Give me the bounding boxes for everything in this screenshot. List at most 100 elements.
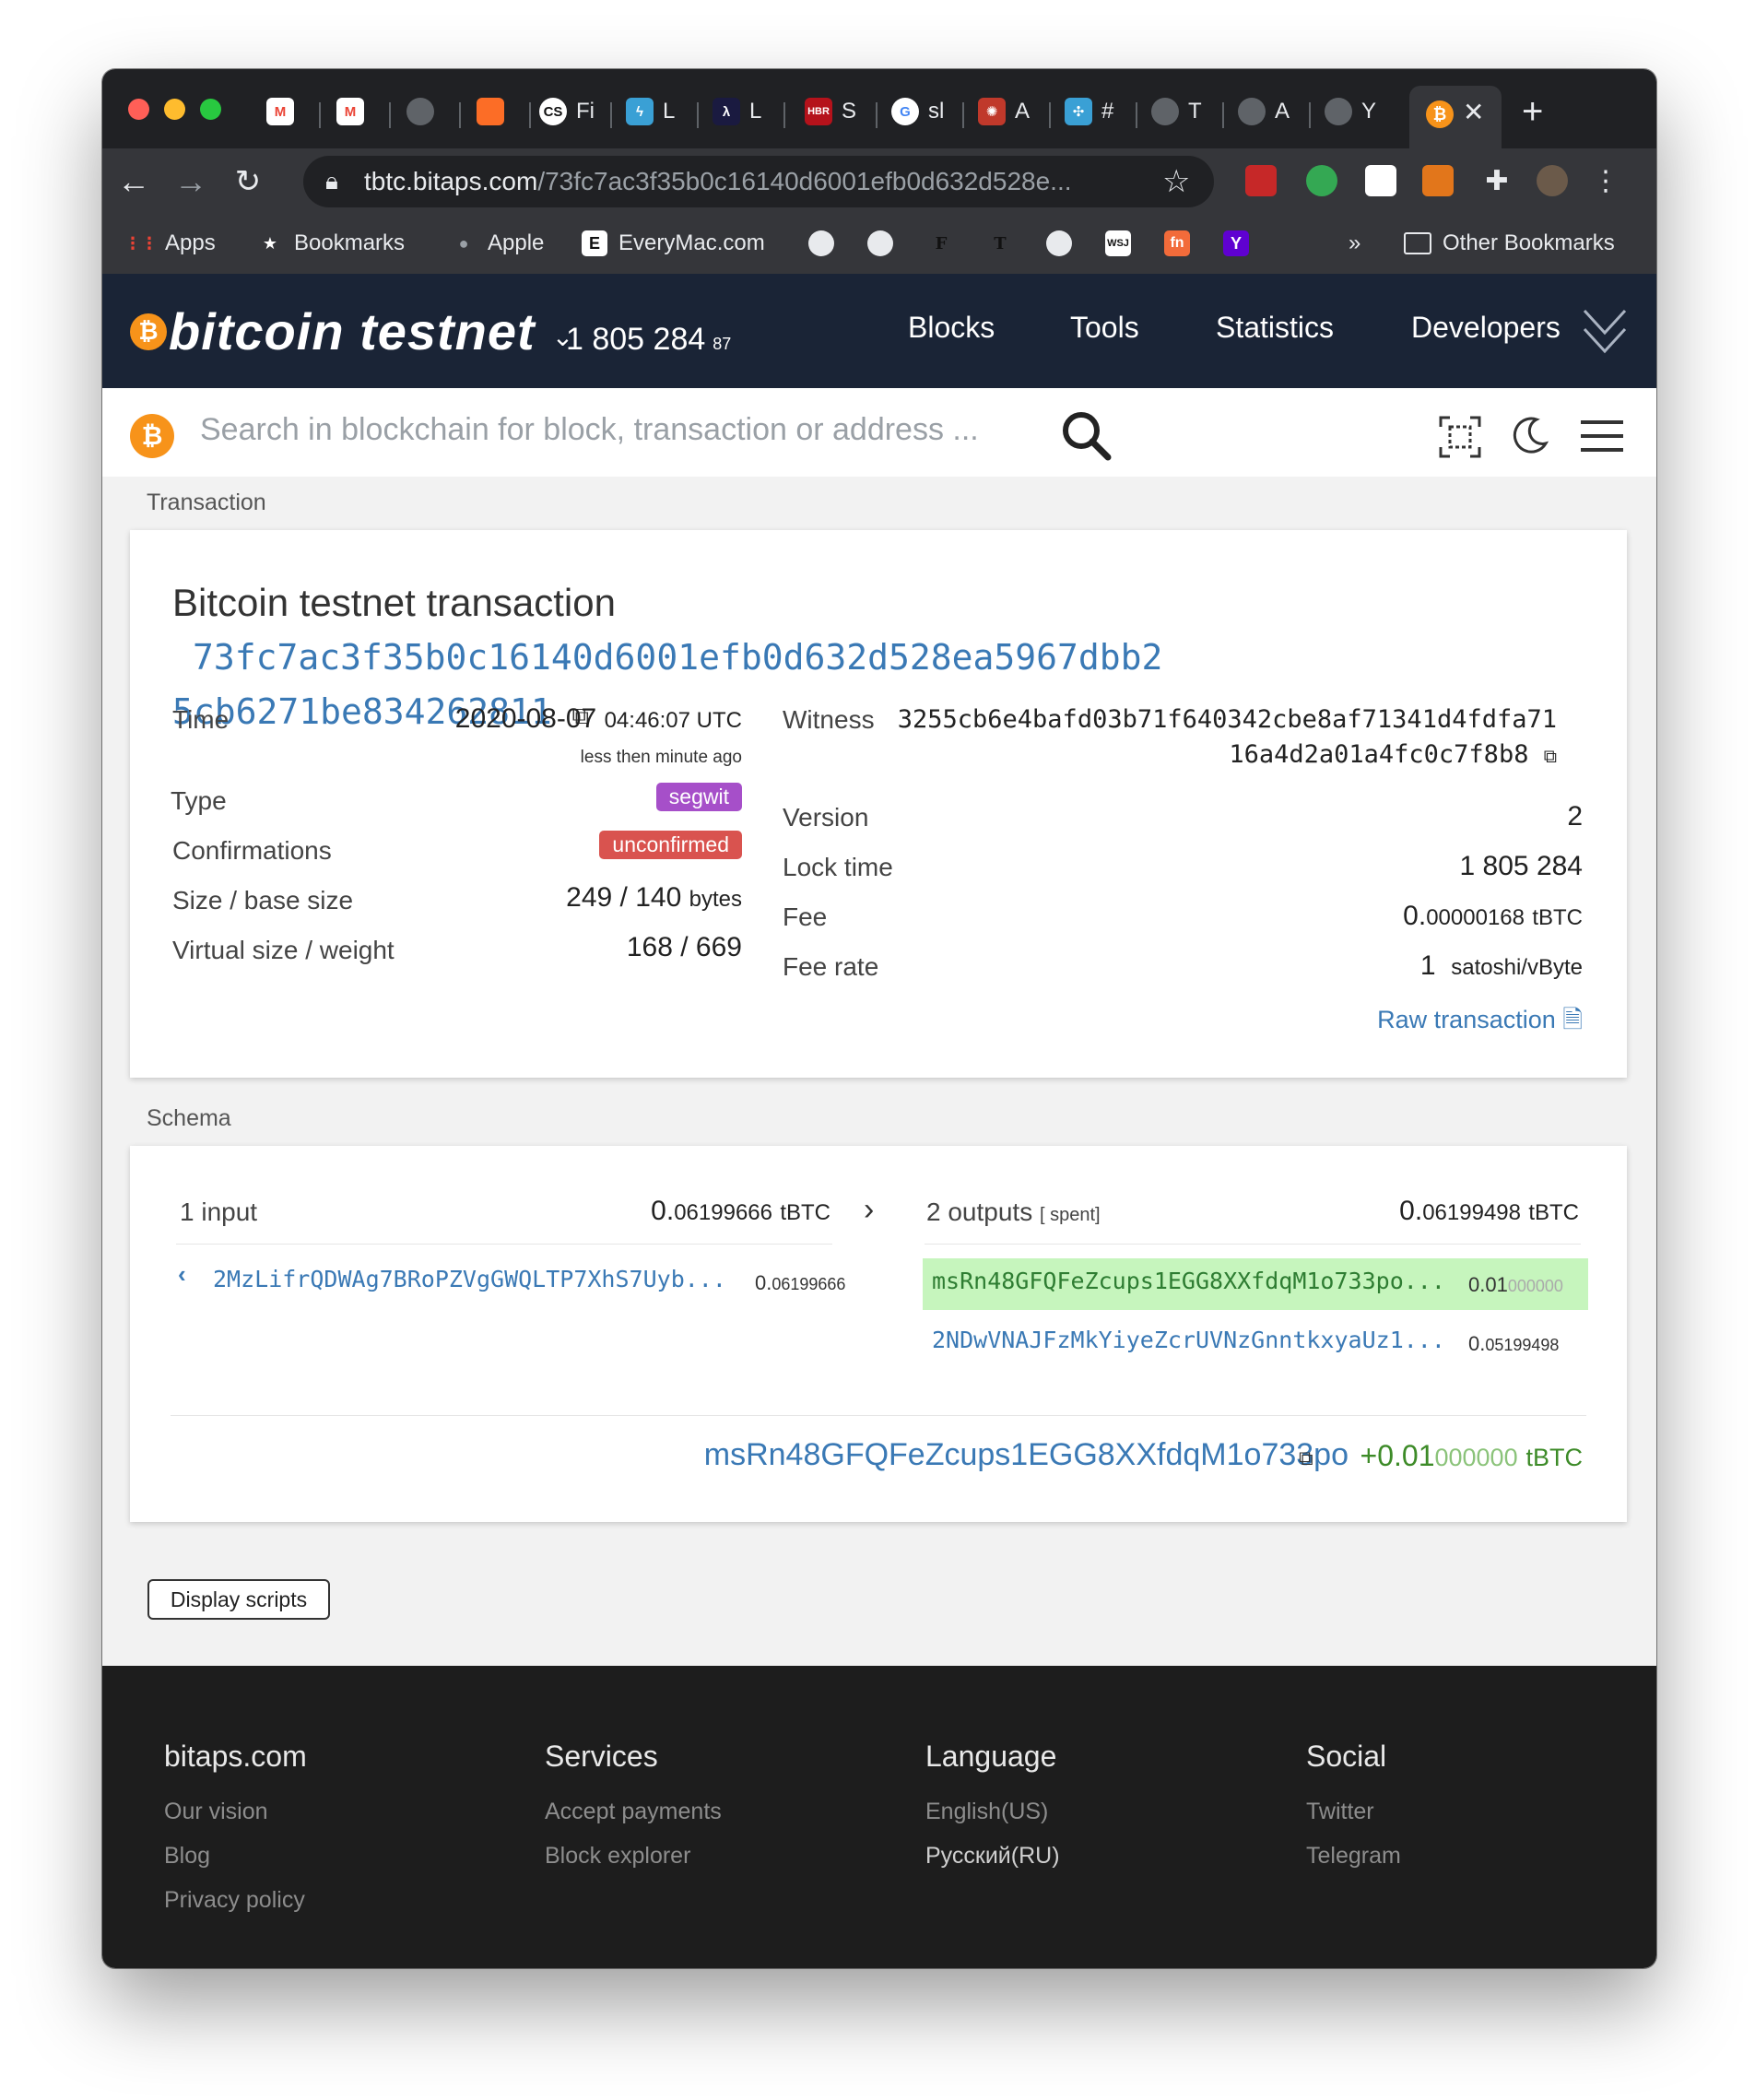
- footer-link-accept-payments[interactable]: Accept payments: [545, 1799, 722, 1825]
- footer-link-russian[interactable]: Русский(RU): [925, 1843, 1060, 1870]
- tab-cs[interactable]: CS Fi: [539, 93, 595, 130]
- tab-lambda[interactable]: λL: [713, 93, 761, 130]
- metamask-icon[interactable]: [1422, 165, 1454, 196]
- tab-label: T: [1188, 99, 1202, 124]
- apps-grid-icon: ⋮⋮: [124, 233, 158, 253]
- footer-link-blog[interactable]: Blog: [164, 1843, 210, 1870]
- tab-globe-4[interactable]: Y: [1325, 93, 1376, 130]
- input-back-chevron-icon[interactable]: ‹: [178, 1260, 186, 1289]
- footer-link-privacy-policy[interactable]: Privacy policy: [164, 1887, 305, 1914]
- apple-icon: ●: [458, 233, 469, 253]
- nav-developers[interactable]: Developers: [1411, 311, 1561, 345]
- bookmark-bookmarks[interactable]: ★ Bookmarks: [257, 228, 405, 259]
- output-address-1[interactable]: msRn48GFQFeZcups1EGG8XXfdqM1o733po...: [932, 1268, 1445, 1294]
- raw-transaction-link[interactable]: Raw transaction 🗎︎: [1377, 1002, 1583, 1044]
- close-tab-icon[interactable]: ✕: [1463, 97, 1484, 127]
- globe-icon: [1238, 98, 1266, 125]
- search-icon[interactable]: [1061, 410, 1113, 462]
- bookmark-everymac[interactable]: E EveryMac.com: [582, 228, 765, 259]
- tab-lightning[interactable]: ϟL: [626, 93, 675, 130]
- tab-knot[interactable]: ✣ #: [1065, 93, 1113, 130]
- tab-globe-3[interactable]: A: [1238, 93, 1290, 130]
- bookmark-globe-3[interactable]: [1046, 228, 1072, 259]
- forward-button[interactable]: →: [167, 158, 215, 206]
- tab-separator: [783, 102, 785, 128]
- focus-unit: tBTC: [1525, 1444, 1583, 1471]
- extensions-puzzle-icon[interactable]: ✚: [1481, 165, 1513, 196]
- copy-icon[interactable]: ⧉: [1299, 1446, 1313, 1470]
- display-scripts-button[interactable]: Display scripts: [147, 1579, 330, 1620]
- address-bar[interactable]: 🔒︎ tbtc.bitaps.com/73fc7ac3f35b0c16140d6…: [303, 156, 1214, 207]
- close-window-button[interactable]: [128, 99, 149, 120]
- bookmark-fn[interactable]: fn: [1164, 228, 1190, 259]
- copy-icon[interactable]: ⧉: [1544, 745, 1557, 767]
- browser-menu-icon[interactable]: ⋮: [1590, 165, 1621, 196]
- tab-openai[interactable]: ✺ A: [978, 93, 1030, 130]
- tab-gmail-1[interactable]: M: [266, 93, 294, 130]
- focus-address[interactable]: msRn48GFQFeZcups1EGG8XXfdqM1o733po: [704, 1437, 1349, 1473]
- folder-icon: [1404, 232, 1431, 254]
- check-extension-icon[interactable]: [1306, 165, 1337, 196]
- bookmark-apple[interactable]: ● Apple: [451, 228, 545, 259]
- tab-separator: [610, 102, 612, 128]
- nav-statistics[interactable]: Statistics: [1216, 311, 1334, 345]
- bookmarks-overflow-button[interactable]: »: [1349, 228, 1360, 259]
- tab-globe-2[interactable]: T: [1151, 93, 1202, 130]
- dark-mode-moon-icon[interactable]: [1511, 416, 1549, 454]
- bookmark-globe-2[interactable]: [867, 228, 893, 259]
- inputs-divider: [176, 1244, 832, 1245]
- tab-gitlab[interactable]: [477, 93, 504, 130]
- ft-icon: F: [935, 233, 948, 254]
- qr-scan-icon[interactable]: [1439, 416, 1481, 458]
- tab-globe-1[interactable]: [406, 93, 434, 130]
- back-button[interactable]: ←: [110, 158, 158, 206]
- fee-unit: tBTC: [1532, 905, 1583, 930]
- footer-link-block-explorer[interactable]: Block explorer: [545, 1843, 690, 1870]
- browser-toolbar: ← → ↻ 🔒︎ tbtc.bitaps.com/73fc7ac3f35b0c1…: [102, 148, 1656, 215]
- tab-google[interactable]: Gsl: [891, 93, 944, 130]
- globe-icon: [867, 230, 893, 256]
- profile-avatar[interactable]: [1537, 165, 1568, 196]
- outputs-total-small: 06199498: [1422, 1200, 1521, 1225]
- bookmark-ft[interactable]: F: [928, 228, 954, 259]
- tab-separator: [319, 102, 321, 128]
- notion-icon[interactable]: [1365, 165, 1396, 196]
- output-address-2[interactable]: 2NDwVNAJFzMkYiyeZcrUVNzGnntkxyaUz1...: [932, 1327, 1445, 1353]
- txid-line1[interactable]: 73fc7ac3f35b0c16140d6001efb0d632d528ea59…: [193, 637, 1162, 678]
- bookmark-star-icon[interactable]: ☆: [1162, 163, 1190, 200]
- search-input[interactable]: Search in blockchain for block, transact…: [200, 412, 979, 448]
- minimize-window-button[interactable]: [164, 99, 185, 120]
- bookmark-apps[interactable]: ⋮⋮ Apps: [124, 228, 216, 259]
- hamburger-menu-icon[interactable]: [1581, 419, 1623, 453]
- outputs-spent[interactable]: [ spent]: [1040, 1205, 1101, 1225]
- tab-label: A: [1015, 99, 1031, 124]
- reload-button[interactable]: ↻: [224, 158, 272, 206]
- lastpass-icon[interactable]: [1245, 165, 1277, 196]
- site-logo[interactable]: ₿ bitcoin testnet ⌄: [130, 301, 573, 361]
- gitlab-icon: [477, 98, 504, 125]
- zoom-window-button[interactable]: [200, 99, 221, 120]
- nav-tools[interactable]: Tools: [1070, 311, 1139, 345]
- bookmark-nyt[interactable]: T: [987, 228, 1013, 259]
- input-address[interactable]: 2MzLifrQDWAg7BRoPZVgGWQLTP7XhS7Uyb...: [213, 1266, 726, 1292]
- footer-link-english[interactable]: English(US): [925, 1799, 1048, 1825]
- output-amount-2-dim: 05199498: [1485, 1336, 1560, 1354]
- footer-link-twitter[interactable]: Twitter: [1306, 1799, 1374, 1825]
- nav-blocks[interactable]: Blocks: [908, 311, 995, 345]
- bookmark-globe-1[interactable]: [808, 228, 834, 259]
- tab-hbr[interactable]: HBR S: [805, 93, 856, 130]
- tab-active-bitaps[interactable]: ₿ ✕: [1409, 86, 1502, 148]
- bookmark-wsj[interactable]: WSJ: [1105, 228, 1131, 259]
- feerate-unit: satoshi/vByte: [1451, 955, 1583, 980]
- focus-amount: +0.01000000 tBTC: [1360, 1439, 1583, 1473]
- bookmark-other[interactable]: Other Bookmarks: [1404, 228, 1615, 259]
- fee-value: 0.00000168 tBTC: [1403, 901, 1583, 932]
- feerate-label: Fee rate: [783, 952, 879, 981]
- size-value: 249 / 140 bytes: [566, 882, 742, 914]
- tab-gmail-2[interactable]: M: [336, 93, 364, 130]
- footer-link-our-vision[interactable]: Our vision: [164, 1799, 268, 1825]
- footer-link-telegram[interactable]: Telegram: [1306, 1843, 1401, 1870]
- bookmark-yahoo[interactable]: Y: [1223, 228, 1249, 259]
- double-chevron-down-icon[interactable]: [1581, 305, 1629, 360]
- new-tab-button[interactable]: +: [1522, 91, 1543, 133]
